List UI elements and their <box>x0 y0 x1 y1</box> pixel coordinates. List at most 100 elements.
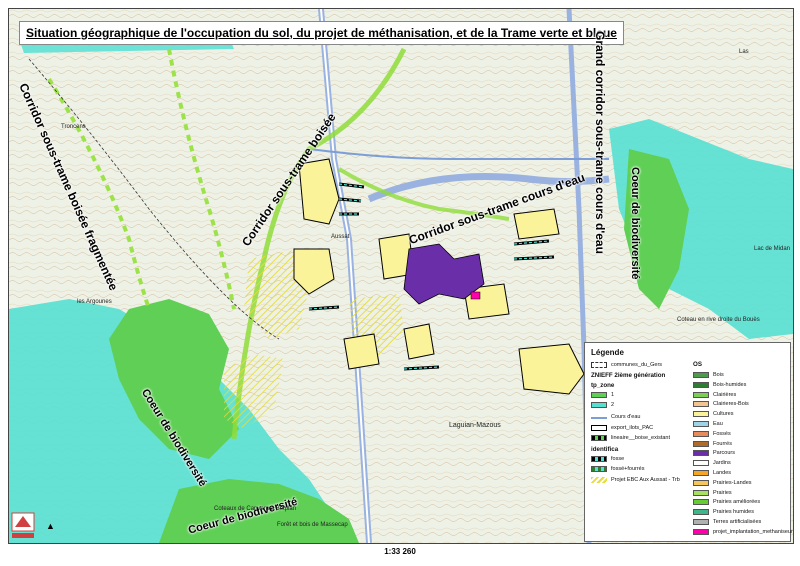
legend-row-fosse: fosse <box>591 455 681 463</box>
swatch-export-pac <box>591 425 607 431</box>
map-legend: Légende communes_du_Gers ZNIEFF 2ième gé… <box>584 342 793 542</box>
legend-os-swatch <box>693 479 709 486</box>
legend-os-item: Prairies améliorées <box>693 498 785 506</box>
legend-os-item: Jardins <box>693 459 785 467</box>
legend-cours-deau-label: Cours d'eau <box>611 414 641 420</box>
label-coeur-right: Coeur de biodiversité <box>629 167 641 280</box>
legend-os-item: Prairies humides <box>693 508 785 516</box>
legend-os-item: Fossés <box>693 430 785 438</box>
legend-os-swatch <box>693 489 709 496</box>
legend-row-export-pac: export_ilots_PAC <box>591 424 681 432</box>
legend-os-item: Parcours <box>693 449 785 457</box>
legend-row-fosse-fourres: fossé+fourrés <box>591 465 681 473</box>
swatch-lineaire <box>591 435 607 441</box>
parcel-pac-6 <box>403 323 435 360</box>
legend-communes-label: communes_du_Gers <box>611 362 663 368</box>
place-laguian: Laguian-Mazous <box>449 422 501 429</box>
legend-os-label: Parcours <box>713 450 736 457</box>
legend-fosse-fourres-label: fossé+fourrés <box>611 466 645 472</box>
legend-os-swatch <box>693 411 709 418</box>
swatch-fosse <box>591 456 607 462</box>
legend-os-item: Eau <box>693 420 785 428</box>
legend-os-label: Bois <box>713 372 724 378</box>
legend-os-swatch <box>693 499 709 506</box>
place-foret: Forêt et bois de Massecap <box>277 522 348 528</box>
legend-row-lineaire: lineaire__boise_existant <box>591 434 681 442</box>
swatch-communes <box>591 362 607 368</box>
scale-label: 1:33 260 <box>384 547 416 556</box>
legend-lineaire-label: lineaire__boise_existant <box>611 435 671 441</box>
swatch-fosse-fourres <box>591 466 607 472</box>
legend-os-item: Bois-humides <box>693 381 785 389</box>
legend-os-label: Clairieres-Bois <box>713 401 749 408</box>
place-froncens: Troncens <box>61 124 86 130</box>
legend-os-swatch <box>693 391 709 398</box>
legend-os-swatch <box>693 450 709 457</box>
legend-zone-1-label: 1 <box>611 392 615 398</box>
legend-os-label: Prairies améliorées <box>713 499 761 506</box>
legend-row-projet-ebc: Projet EBC Aux Aussat - Trb <box>591 476 691 484</box>
legend-title: Légende <box>591 348 624 357</box>
legend-os-swatch <box>693 470 709 476</box>
legend-zone-2-label: 2 <box>611 402 615 408</box>
legend-os-swatch <box>693 421 709 427</box>
legend-row-communes: communes_du_Gers <box>591 361 681 369</box>
swatch-cours-deau <box>591 417 607 419</box>
legend-os-item: Clairieres-Bois <box>693 400 785 408</box>
legend-os-swatch <box>693 430 709 437</box>
place-aussat: Aussat <box>331 234 350 240</box>
legend-projet-ebc-label: Projet EBC Aux Aussat - Trb <box>611 477 680 483</box>
legend-os-label: Jardins <box>713 460 731 467</box>
legend-os-swatch <box>693 381 709 388</box>
map-frame: Situation géographique de l'occupation d… <box>8 8 794 544</box>
parcel-pac-5 <box>343 333 380 370</box>
legend-os-label: Clairières <box>713 391 737 398</box>
legend-os-item: Bois <box>693 371 785 379</box>
map-title: Situation géographique de l'occupation d… <box>19 21 624 45</box>
swatch-zone-1 <box>591 392 607 398</box>
legend-os-label: Prairies humides <box>713 509 754 516</box>
legend-os-item: Fourrés <box>693 440 785 448</box>
legend-os-label: Fourrés <box>713 440 732 447</box>
swatch-zone-2 <box>591 402 607 408</box>
label-grand-corridor: Grand corridor sous-trame cours d'eau <box>593 31 607 254</box>
legend-os-label: Fossés <box>713 430 731 437</box>
legend-os-swatch <box>693 509 709 516</box>
legend-znieff-heading: ZNIEFF 2ième génération <box>591 372 666 379</box>
legend-os-item: Cultures <box>693 410 785 418</box>
legend-os-swatch <box>693 440 709 447</box>
legend-os-label: projet_implantation_methaniseur <box>713 528 793 535</box>
agency-logo-icon <box>11 512 35 538</box>
legend-os-label: Bois-humides <box>713 381 747 388</box>
legend-export-pac-label: export_ilots_PAC <box>611 425 654 431</box>
place-las: Las <box>739 49 749 55</box>
legend-os-heading: OS <box>693 361 702 368</box>
legend-os-item: Landes <box>693 469 785 477</box>
legend-os-swatch <box>693 401 709 408</box>
legend-os-swatch <box>693 372 709 378</box>
legend-row-cours-deau: Cours d'eau <box>591 413 681 421</box>
north-arrow-icon: ▲ <box>46 521 55 531</box>
legend-os-label: Prairies-Landes <box>713 479 752 486</box>
legend-os-label: Landes <box>713 470 732 476</box>
legend-os-item: projet_implantation_methaniseur <box>693 528 793 536</box>
place-coteau-rive: Coteau en rive droite du Bouès <box>677 317 760 323</box>
legend-os-label: Prairies <box>713 489 732 496</box>
legend-os-item: Terres artificialisées <box>693 518 785 526</box>
legend-os-label: Cultures <box>713 411 734 418</box>
legend-identifica-heading: identifica <box>591 446 619 453</box>
place-midan: Lac de Midan <box>754 246 791 252</box>
legend-os-label: Eau <box>713 421 723 427</box>
legend-os-swatch <box>693 528 709 535</box>
legend-os-item: Clairières <box>693 391 785 399</box>
legend-os-swatch <box>693 460 709 467</box>
legend-fosse-label: fosse <box>611 456 625 462</box>
swatch-projet-ebc <box>591 477 607 483</box>
place-coteaux: Coteaux de Capvern à Betplan <box>214 506 297 512</box>
legend-tp-zone-heading: tp_zone <box>591 382 615 389</box>
legend-row-zone-2: 2 <box>591 401 681 409</box>
legend-os-item: Prairies <box>693 489 785 497</box>
parcel-pac-8 <box>513 208 560 240</box>
legend-os-swatch <box>693 519 709 525</box>
legend-os-label: Terres artificialisées <box>713 519 762 525</box>
